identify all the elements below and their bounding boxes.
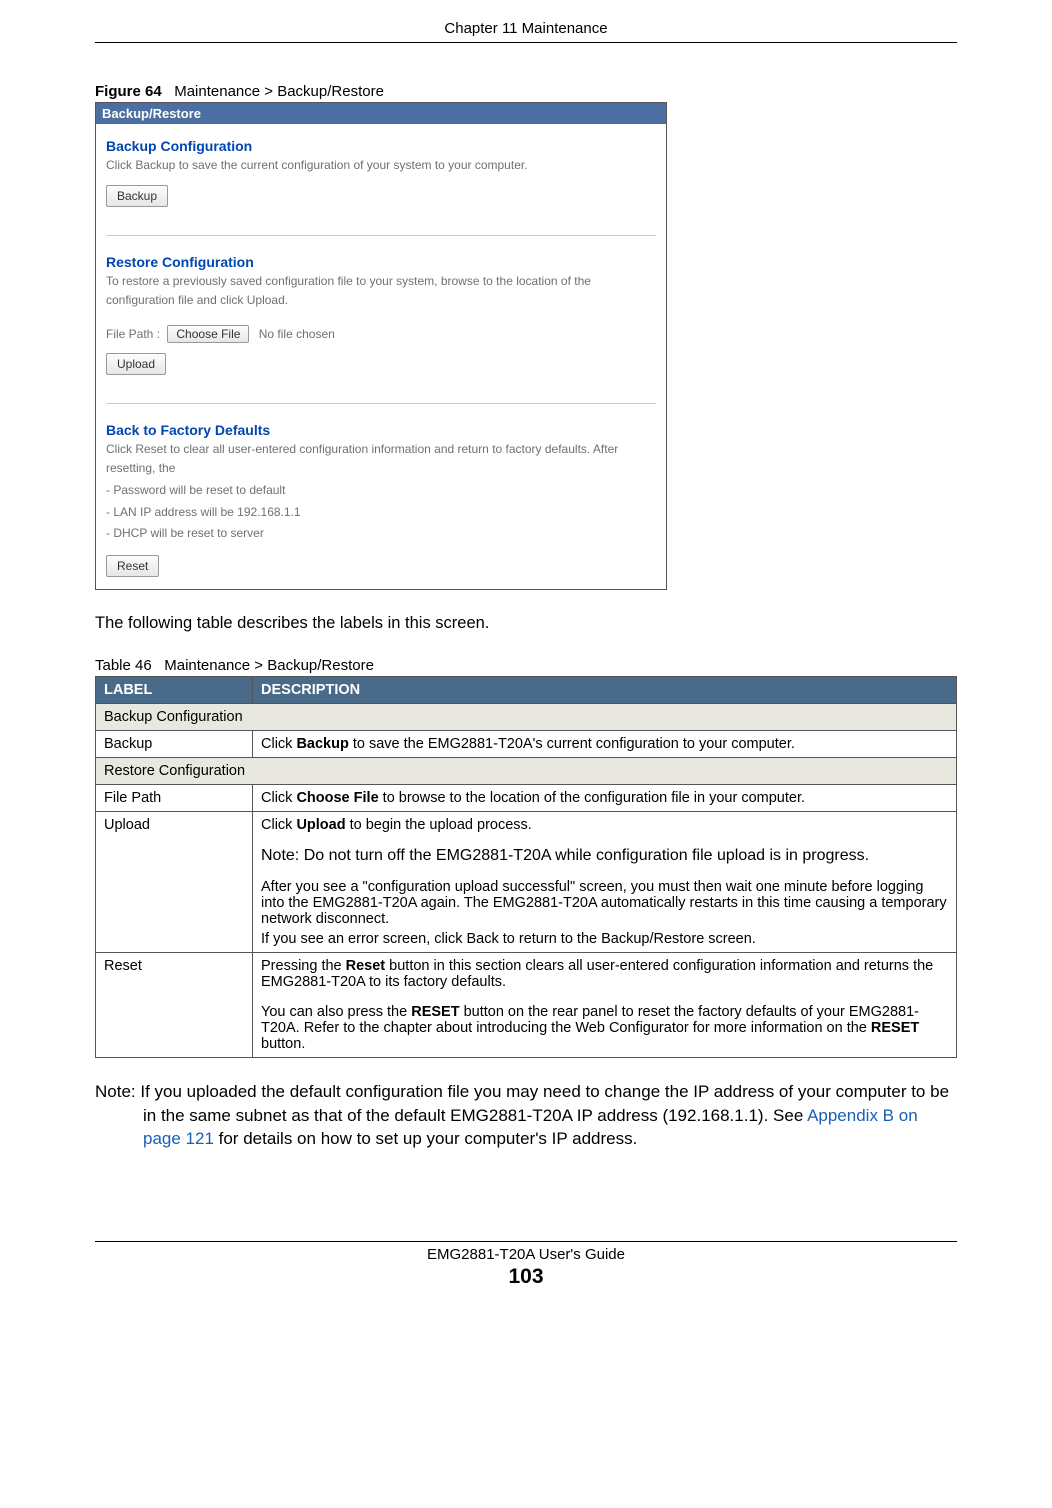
cell-label: Upload bbox=[96, 811, 253, 952]
table-section: Backup Configuration bbox=[96, 703, 957, 730]
footer-rule bbox=[95, 1241, 957, 1242]
ss-factory-title: Back to Factory Defaults bbox=[106, 422, 656, 438]
cell-desc: Click Choose File to browse to the locat… bbox=[253, 784, 957, 811]
ss-factory-item: - Password will be reset to default bbox=[106, 480, 656, 502]
ss-separator bbox=[106, 403, 656, 404]
figure-caption: Figure 64 Maintenance > Backup/Restore bbox=[95, 83, 957, 100]
table-section: Restore Configuration bbox=[96, 757, 957, 784]
cell-label: Backup bbox=[96, 730, 253, 757]
cell-label: Reset bbox=[96, 952, 253, 1057]
note-text: Note: If you uploaded the default config… bbox=[95, 1080, 957, 1151]
figure-label-number: Figure 64 bbox=[95, 83, 162, 100]
cell-desc: Pressing the Reset button in this sectio… bbox=[253, 952, 957, 1057]
upload-button[interactable]: Upload bbox=[106, 353, 166, 375]
th-label: LABEL bbox=[96, 676, 253, 703]
choose-file-button[interactable]: Choose File bbox=[167, 325, 249, 343]
ss-factory-item: - DHCP will be reset to server bbox=[106, 523, 656, 545]
header-rule bbox=[95, 42, 957, 43]
chapter-header: Chapter 11 Maintenance bbox=[95, 10, 957, 42]
ss-restore-title: Restore Configuration bbox=[106, 254, 656, 270]
ss-restore-text: To restore a previously saved configurat… bbox=[106, 272, 656, 310]
th-description: DESCRIPTION bbox=[253, 676, 957, 703]
ss-factory-text: Click Reset to clear all user-entered co… bbox=[106, 440, 656, 478]
cell-desc: Click Upload to begin the upload process… bbox=[253, 811, 957, 952]
cell-label: File Path bbox=[96, 784, 253, 811]
screenshot-backup-restore: Backup/Restore Backup Configuration Clic… bbox=[95, 102, 667, 590]
ss-separator bbox=[106, 235, 656, 236]
screenshot-titlebar: Backup/Restore bbox=[96, 103, 666, 124]
backup-button[interactable]: Backup bbox=[106, 185, 168, 207]
table-caption: Table 46 Maintenance > Backup/Restore bbox=[95, 657, 957, 674]
figure-label-text: Maintenance > Backup/Restore bbox=[174, 83, 384, 100]
description-table: LABEL DESCRIPTION Backup Configuration B… bbox=[95, 676, 957, 1058]
table-caption-number: Table 46 bbox=[95, 657, 152, 674]
filepath-label: File Path : bbox=[106, 327, 160, 341]
reset-button[interactable]: Reset bbox=[106, 555, 159, 577]
ss-factory-item: - LAN IP address will be 192.168.1.1 bbox=[106, 502, 656, 524]
ss-backup-title: Backup Configuration bbox=[106, 138, 656, 154]
page-number: 103 bbox=[95, 1265, 957, 1289]
footer-guide: EMG2881-T20A User's Guide bbox=[95, 1246, 957, 1263]
cell-desc: Click Backup to save the EMG2881-T20A's … bbox=[253, 730, 957, 757]
ss-backup-text: Click Backup to save the current configu… bbox=[106, 156, 656, 175]
intro-text: The following table describes the labels… bbox=[95, 612, 957, 635]
table-caption-text: Maintenance > Backup/Restore bbox=[164, 657, 374, 674]
no-file-chosen-text: No file chosen bbox=[259, 327, 335, 341]
